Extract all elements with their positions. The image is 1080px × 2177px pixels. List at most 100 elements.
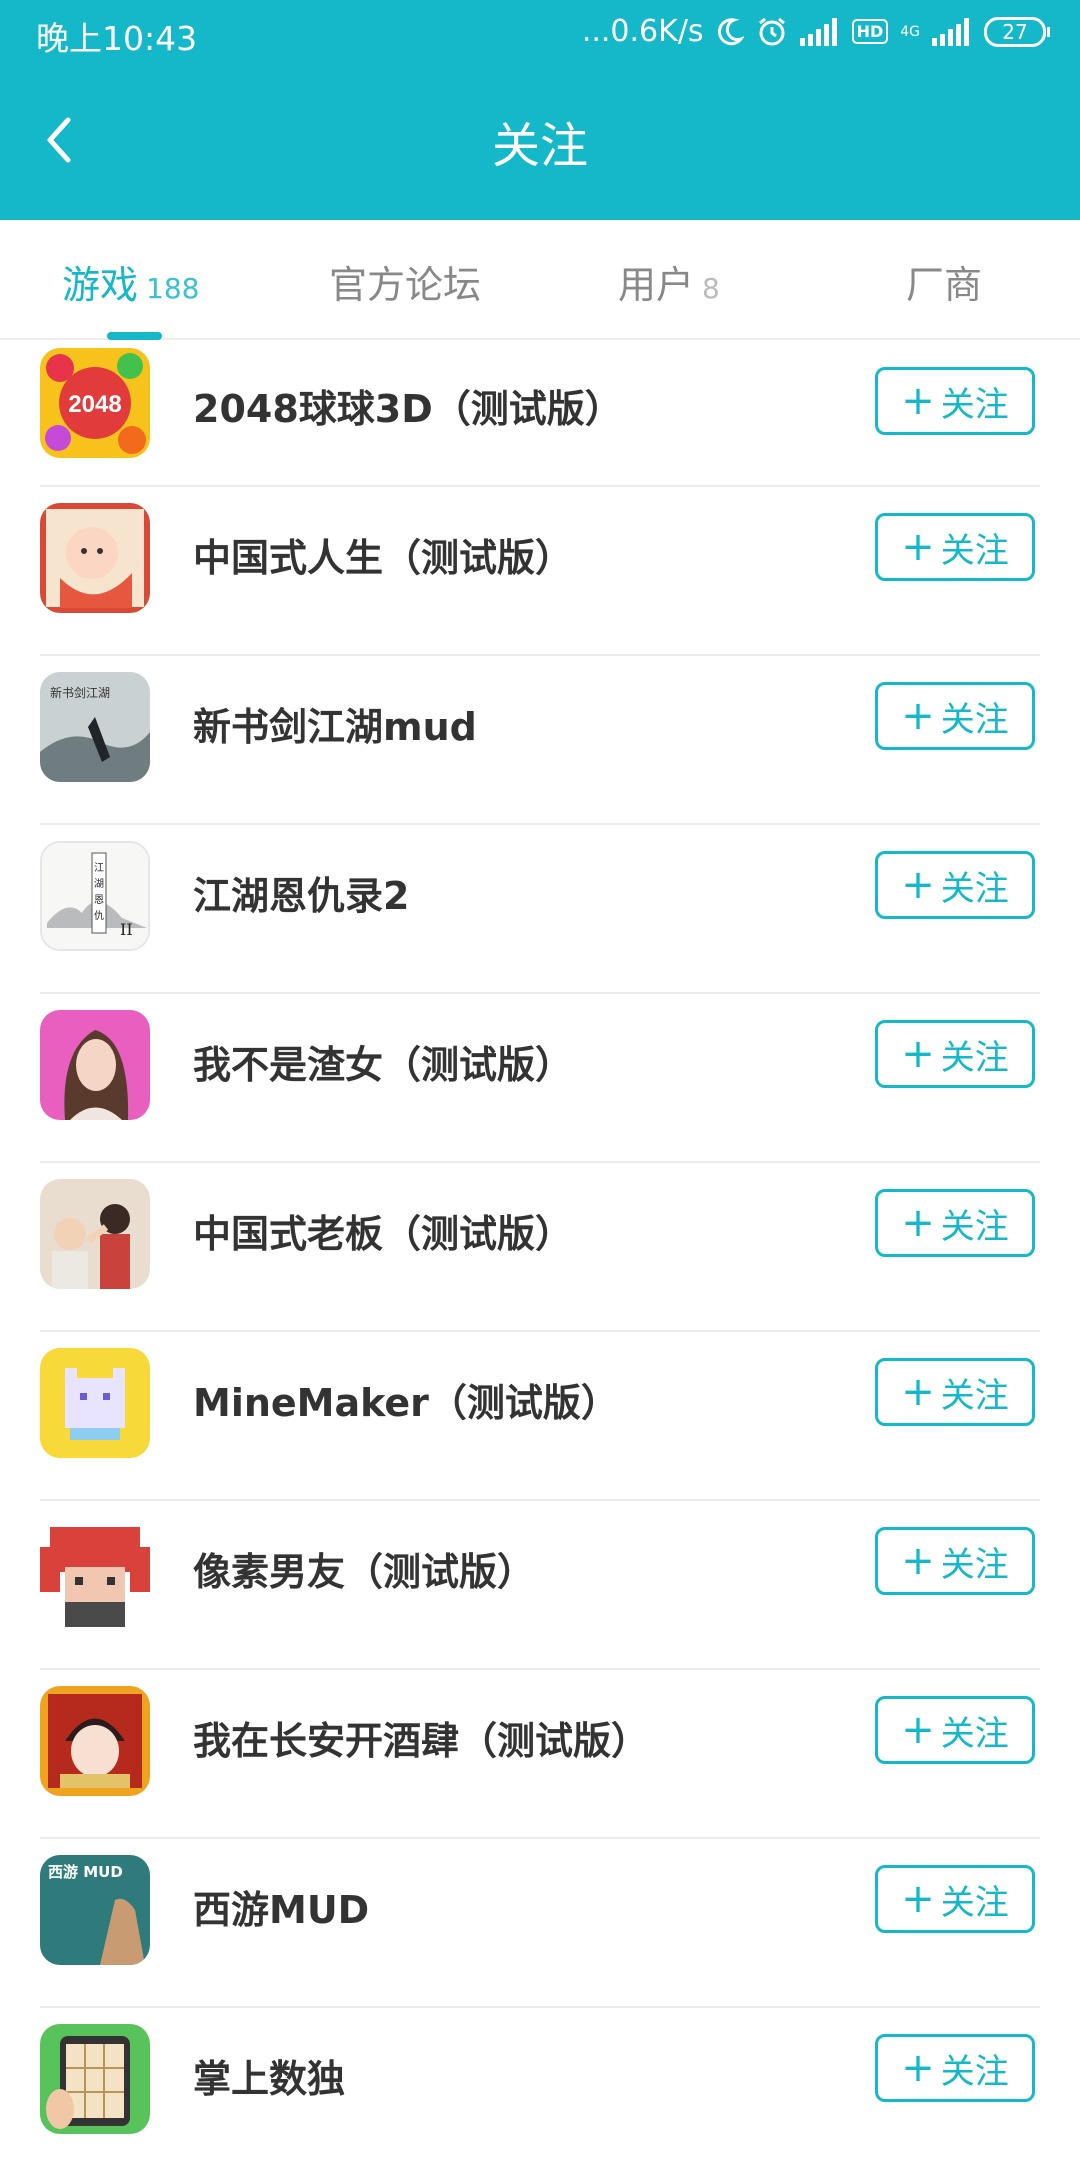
follow-label: 关注 xyxy=(940,1544,1009,1585)
tavern-girl-icon xyxy=(40,1686,150,1796)
plus-icon: + xyxy=(901,1031,935,1077)
alarm-clock-icon xyxy=(758,17,785,45)
game-title: 新书剑江湖mud xyxy=(193,705,477,749)
follow-label: 关注 xyxy=(940,1375,1009,1416)
tab-bar: 游戏 188 官方论坛 用户 8 厂商 xyxy=(0,220,1080,340)
list-item[interactable]: 我在长安开酒肆（测试版） + 关注 xyxy=(0,1670,1080,1839)
follow-button[interactable]: + 关注 xyxy=(875,1865,1035,1933)
2048-balls-icon: 2048 xyxy=(40,348,150,458)
hd-badge: HD xyxy=(851,19,889,44)
svg-text:2048: 2048 xyxy=(68,391,121,418)
follow-button[interactable]: + 关注 xyxy=(875,513,1035,581)
list-item[interactable]: 新书剑江湖 新书剑江湖mud + 关注 xyxy=(0,656,1080,825)
game-title: 掌上数独 xyxy=(193,2057,346,2101)
follow-label: 关注 xyxy=(940,1206,1009,1247)
plus-icon: + xyxy=(901,862,935,908)
game-title: MineMaker（测试版） xyxy=(193,1381,619,1425)
plus-icon: + xyxy=(901,693,935,739)
follow-button[interactable]: + 关注 xyxy=(875,1020,1035,1088)
tab-vendors[interactable]: 厂商 xyxy=(906,254,982,309)
game-title: 西游MUD xyxy=(193,1888,370,1932)
status-bar: 晚上10:43 ...0.6K/s HD 4G 27 xyxy=(0,0,1080,70)
follow-button[interactable]: + 关注 xyxy=(875,1358,1035,1426)
follow-button[interactable]: + 关注 xyxy=(875,1527,1035,1595)
moon-icon xyxy=(717,17,744,45)
app-header: 晚上10:43 ...0.6K/s HD 4G 27 关注 xyxy=(0,0,1080,220)
tab-games[interactable]: 游戏 188 xyxy=(62,254,199,309)
follow-label: 关注 xyxy=(940,868,1009,909)
follow-label: 关注 xyxy=(940,1713,1009,1754)
list-item[interactable]: 中国式老板（测试版） + 关注 xyxy=(0,1163,1080,1332)
list-item[interactable]: 2048 2048球球3D（测试版） + 关注 xyxy=(0,340,1080,487)
list-item[interactable]: 中国式人生（测试版） + 关注 xyxy=(0,487,1080,656)
plus-icon: + xyxy=(901,1200,935,1246)
follow-button[interactable]: + 关注 xyxy=(875,1189,1035,1257)
plus-icon: + xyxy=(901,1369,935,1415)
follow-label: 关注 xyxy=(940,530,1009,571)
tab-official-forum[interactable]: 官方论坛 xyxy=(329,254,481,309)
status-icons: ...0.6K/s HD 4G 27 xyxy=(581,14,1050,49)
follow-label: 关注 xyxy=(940,1037,1009,1078)
svg-text:恩: 恩 xyxy=(94,894,104,906)
tab-label: 官方论坛 xyxy=(329,263,482,307)
follow-button[interactable]: + 关注 xyxy=(875,1696,1035,1764)
lte-indicator: 4G xyxy=(900,23,920,40)
plus-icon: + xyxy=(901,1876,935,1922)
follow-button[interactable]: + 关注 xyxy=(875,367,1035,435)
follow-button[interactable]: + 关注 xyxy=(875,851,1035,919)
list-item[interactable]: MineMaker（测试版） + 关注 xyxy=(0,1332,1080,1501)
plus-icon: + xyxy=(901,378,935,424)
tab-indicator xyxy=(107,332,162,340)
signal-icon xyxy=(799,17,840,46)
game-title: 2048球球3D（测试版） xyxy=(193,387,623,431)
game-title: 江湖恩仇录2 xyxy=(193,874,410,918)
tab-count: 8 xyxy=(702,272,720,305)
baby-icon xyxy=(40,503,150,613)
follow-label: 关注 xyxy=(940,1882,1009,1923)
journey-west-icon: 西游 MUD xyxy=(40,1855,150,1965)
status-time: 晚上10:43 xyxy=(36,19,198,58)
signal-icon-2 xyxy=(932,17,972,46)
battery-indicator: 27 xyxy=(984,16,1050,47)
game-title: 中国式人生（测试版） xyxy=(193,536,574,580)
office-boss-icon xyxy=(40,1179,150,1289)
ink-landscape-icon: 江湖恩仇 II xyxy=(40,841,150,951)
follow-label: 关注 xyxy=(940,699,1009,740)
follow-button[interactable]: + 关注 xyxy=(875,682,1035,750)
pixel-cat-icon xyxy=(40,1348,150,1458)
svg-text:II: II xyxy=(120,920,133,939)
game-title: 像素男友（测试版） xyxy=(193,1550,536,1594)
ink-painting-icon: 新书剑江湖 xyxy=(40,672,150,782)
list-item[interactable]: 江湖恩仇 II 江湖恩仇录2 + 关注 xyxy=(0,825,1080,994)
follow-label: 关注 xyxy=(940,2051,1009,2092)
list-item[interactable]: 我不是渣女（测试版） + 关注 xyxy=(0,994,1080,1163)
list-item[interactable]: 西游 MUD 西游MUD + 关注 xyxy=(0,1839,1080,2008)
game-title: 中国式老板（测试版） xyxy=(193,1212,574,1256)
woman-portrait-icon xyxy=(40,1010,150,1120)
plus-icon: + xyxy=(901,1538,935,1584)
tab-label: 厂商 xyxy=(906,263,983,307)
svg-text:湖: 湖 xyxy=(94,878,104,890)
list-item[interactable]: 掌上数独 + 关注 xyxy=(0,2008,1080,2177)
follow-button[interactable]: + 关注 xyxy=(875,2034,1035,2102)
svg-text:江: 江 xyxy=(94,862,104,874)
plus-icon: + xyxy=(901,524,935,570)
list-item[interactable]: 像素男友（测试版） + 关注 xyxy=(0,1501,1080,1670)
sudoku-icon xyxy=(40,2024,150,2134)
network-speed: ...0.6K/s xyxy=(581,14,704,49)
game-title: 我在长安开酒肆（测试版） xyxy=(193,1719,650,1763)
plus-icon: + xyxy=(901,1707,935,1753)
icon-caption: 西游 MUD xyxy=(48,1863,123,1881)
game-title: 我不是渣女（测试版） xyxy=(193,1043,574,1087)
page-title: 关注 xyxy=(491,118,588,174)
svg-text:仇: 仇 xyxy=(94,909,104,922)
svg-text:新书剑江湖: 新书剑江湖 xyxy=(50,685,110,700)
follow-label: 关注 xyxy=(940,384,1009,425)
game-list: 2048 2048球球3D（测试版） + 关注 中国式人生（测试版） + 关注 新书… xyxy=(0,340,1080,2177)
tab-label: 用户 xyxy=(618,263,695,307)
pixel-boy-icon xyxy=(40,1517,150,1627)
tab-count: 188 xyxy=(146,272,200,305)
plus-icon: + xyxy=(901,2045,935,2091)
tab-label: 游戏 xyxy=(62,263,139,307)
tab-users[interactable]: 用户 8 xyxy=(618,254,720,309)
